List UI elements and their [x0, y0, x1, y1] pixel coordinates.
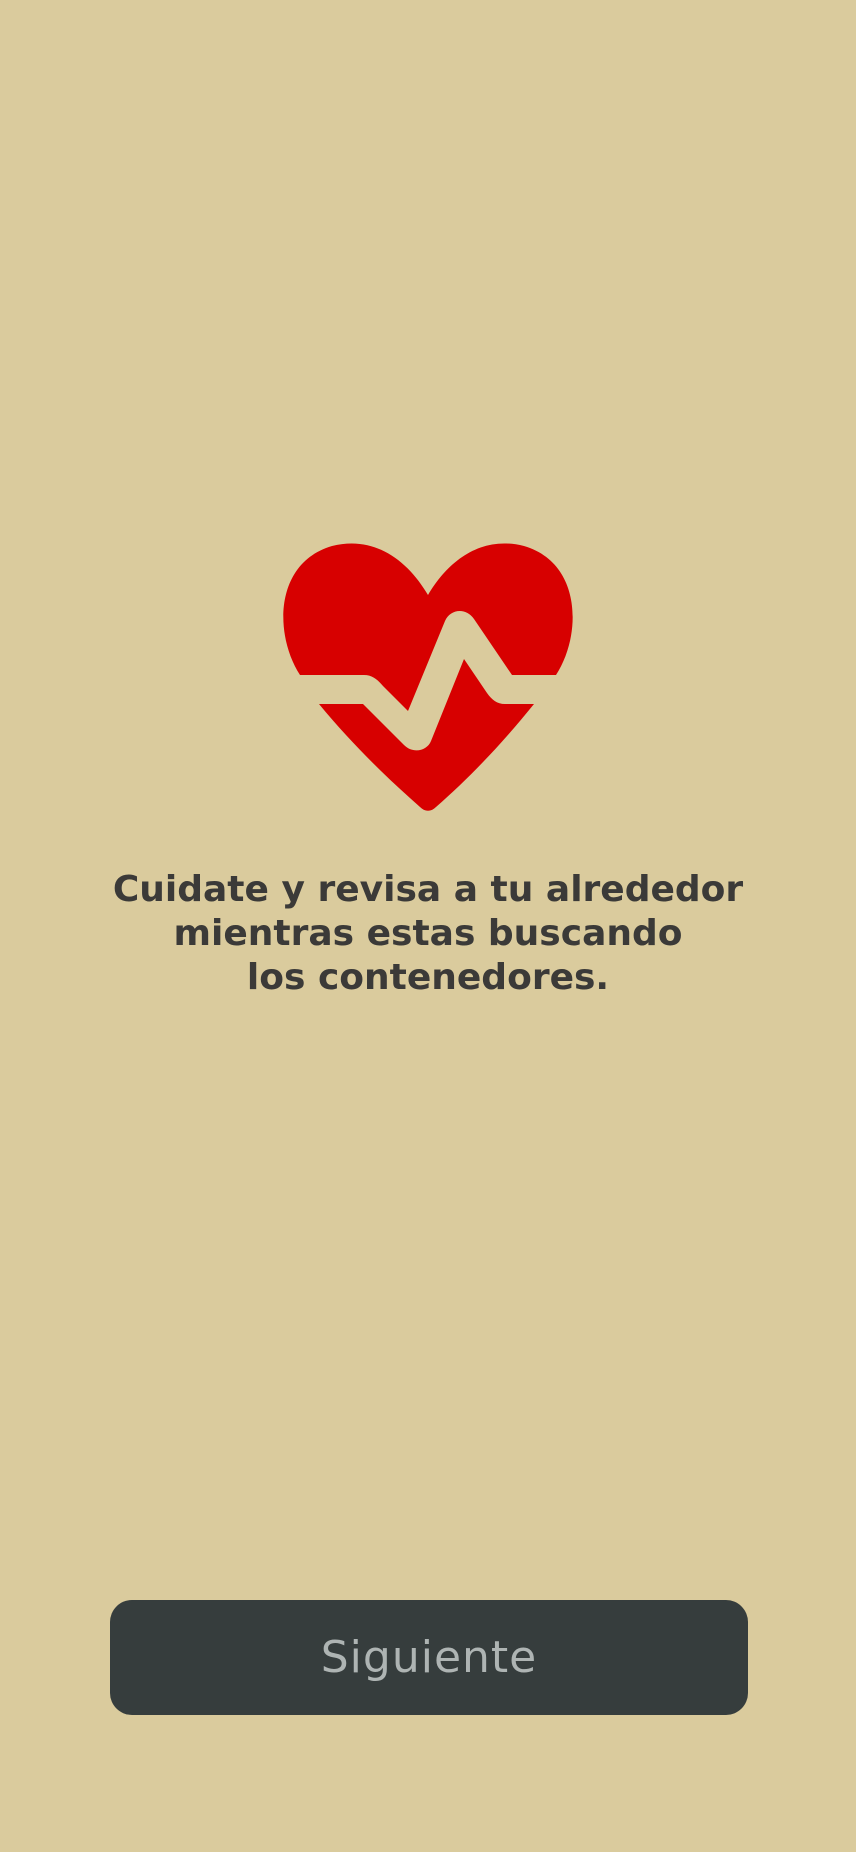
heart-pulse-icon — [280, 543, 576, 813]
next-button[interactable]: Siguiente — [110, 1600, 748, 1715]
next-button-label: Siguiente — [320, 1632, 538, 1683]
safety-message-line-1: Cuidate y revisa a tu alrededor — [112, 869, 744, 910]
onboarding-screen: Cuidate y revisa a tu alrededor mientras… — [0, 0, 856, 1852]
safety-message-line-3: los contenedores. — [246, 957, 610, 998]
safety-message-line-2: mientras estas buscando — [173, 913, 683, 954]
safety-message: Cuidate y revisa a tu alrededor mientras… — [60, 868, 796, 1000]
